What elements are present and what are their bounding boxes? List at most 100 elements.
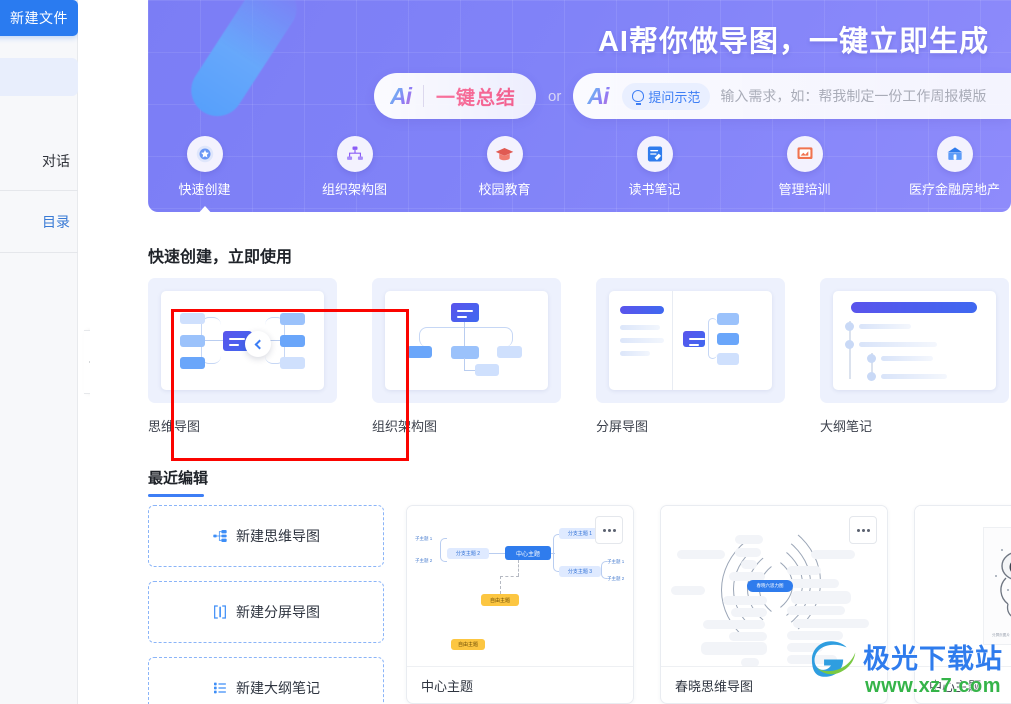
template-label: 大纲笔记 xyxy=(820,419,873,434)
ai-prompt-input[interactable] xyxy=(710,88,1011,104)
recent-card[interactable]: 中心主题 分支主题 2 分支主题 1 分支主题 3 子主题 1 子主题 2 子主… xyxy=(406,505,634,704)
ai-summary-label: 一键总结 xyxy=(436,83,516,110)
ai-logo-icon: Ai xyxy=(587,83,622,110)
divider xyxy=(423,85,424,107)
recent-card-title: 春晓思维导图 xyxy=(661,666,887,703)
template-label: 组织架构图 xyxy=(372,419,438,434)
mindmap-node-center: 中心主题 xyxy=(505,546,551,560)
mindmap-thumbnail: 中心主题 分支主题 2 分支主题 1 分支主题 3 子主题 1 子主题 2 子主… xyxy=(407,506,633,666)
mindmap-icon xyxy=(212,528,228,544)
sidebar-divider xyxy=(0,190,78,191)
mindmap-preview xyxy=(161,291,324,390)
create-button-label: 新建分屏导图 xyxy=(236,604,320,620)
split-screen-icon xyxy=(212,604,228,620)
template-card-orgchart[interactable]: 组织架构图 xyxy=(372,278,561,435)
category-quick-create[interactable]: 快速创建 xyxy=(153,136,257,212)
create-splitscreen-button[interactable]: 新建分屏导图 xyxy=(148,581,384,643)
orgchart-preview xyxy=(385,291,548,390)
category-label: 快速创建 xyxy=(178,182,231,197)
splitscreen-preview xyxy=(609,291,772,390)
banner-category-row: 快速创建 组织架构图 校园教育 读书笔记 管理培训 医疗金融房地产 xyxy=(148,136,1011,212)
mindmap-node-free: 自由主题 xyxy=(451,639,485,650)
more-options-icon[interactable] xyxy=(595,516,623,544)
recent-tab-label: 最近编辑 xyxy=(148,470,209,487)
sidebar-item-chat[interactable]: 对话 xyxy=(0,147,78,175)
notebook-pen-icon xyxy=(636,136,673,172)
template-label: 分屏导图 xyxy=(596,419,649,434)
or-separator-label: or xyxy=(548,87,562,105)
create-outline-button[interactable]: 新建大纲笔记 xyxy=(148,657,384,704)
astronaut-illustration: 分屏页图片 xyxy=(983,527,1011,645)
template-card-row: 思维导图 组织架构图 分屏导图 大纲笔记 xyxy=(148,278,1009,438)
more-options-icon[interactable] xyxy=(849,516,877,544)
prompt-example-chip[interactable]: 提问示范 xyxy=(622,82,711,110)
fishbone-thumbnail: 春晓六思力图 xyxy=(661,506,887,666)
app-root: 新建文件 对话 目录 AI帮你做导图，一键立即生成 Ai 一键总结 or Ai … xyxy=(0,0,1011,704)
prompt-example-label: 提问示范 xyxy=(648,89,701,105)
category-label: 校园教育 xyxy=(478,182,531,197)
mindmap-node-branch2: 分支主题 2 xyxy=(447,548,489,559)
sidebar-item-label: 目录 xyxy=(42,214,70,230)
ai-logo-icon: Ai xyxy=(390,83,423,110)
create-button-label: 新建大纲笔记 xyxy=(236,680,320,696)
template-card-splitscreen[interactable]: 分屏导图 xyxy=(596,278,785,435)
mindmap-leaf-sub1: 子主题 1 xyxy=(607,559,625,564)
ai-summary-button[interactable]: Ai 一键总结 xyxy=(374,73,537,119)
recent-card[interactable]: 分屏页图片 中心主题 xyxy=(914,505,1011,704)
category-campus-education[interactable]: 校园教育 xyxy=(453,136,557,202)
template-thumbnail xyxy=(820,278,1009,403)
create-mindmap-button[interactable]: 新建思维导图 xyxy=(148,505,384,567)
outline-list-icon xyxy=(212,680,228,696)
category-label: 读书笔记 xyxy=(628,182,681,197)
recent-card-title: 中心主题 xyxy=(915,666,1011,703)
graduation-cap-icon xyxy=(486,136,523,172)
sidebar: 新建文件 对话 目录 xyxy=(0,0,78,704)
sidebar-item-label: 对话 xyxy=(42,153,70,169)
astronaut-caption: 分屏页图片 xyxy=(992,633,1010,637)
outline-preview xyxy=(833,291,996,390)
ai-action-row: Ai 一键总结 or Ai 提问示范 xyxy=(374,72,1011,120)
sparkle-star-icon xyxy=(186,136,223,172)
lightbulb-icon xyxy=(632,90,645,105)
fishbone-center-node: 春晓六思力图 xyxy=(747,580,793,592)
new-file-label: 新建文件 xyxy=(10,10,68,26)
mindmap-node-free: 自由主题 xyxy=(481,594,519,606)
template-card-mindmap[interactable]: 思维导图 xyxy=(148,278,337,435)
create-button-label: 新建思维导图 xyxy=(236,528,320,544)
category-org-chart[interactable]: 组织架构图 xyxy=(303,136,407,202)
create-button-column: 新建思维导图 新建分屏导图 新建大纲笔记 xyxy=(148,505,384,704)
quick-create-title: 快速创建，立即使用 xyxy=(148,249,293,266)
template-thumbnail xyxy=(372,278,561,403)
new-file-button[interactable]: 新建文件 xyxy=(0,0,78,36)
mindmap-leaf-sub2: 子主题 2 xyxy=(415,558,433,563)
sidebar-item-active[interactable] xyxy=(0,58,78,96)
template-thumbnail xyxy=(148,278,337,403)
category-reading-notes[interactable]: 读书笔记 xyxy=(603,136,707,202)
category-management-training[interactable]: 管理培训 xyxy=(753,136,857,202)
recent-card[interactable]: 春晓六思力图 春晓思维导图 xyxy=(660,505,888,704)
chevron-left-icon xyxy=(254,339,265,349)
ai-promo-banner: AI帮你做导图，一键立即生成 Ai 一键总结 or Ai 提问示范 输入需求，如… xyxy=(148,0,1011,212)
sidebar-divider xyxy=(0,252,78,253)
bank-building-icon xyxy=(936,136,973,172)
astronaut-thumbnail: 分屏页图片 xyxy=(915,506,1011,666)
category-label: 管理培训 xyxy=(778,182,831,197)
org-chart-icon xyxy=(336,136,373,172)
presentation-board-icon xyxy=(786,136,823,172)
sidebar-item-catalog[interactable]: 目录 xyxy=(0,208,78,236)
mindmap-leaf-sub1: 子主题 1 xyxy=(415,536,433,541)
template-label: 思维导图 xyxy=(148,419,201,434)
ai-prompt-field[interactable]: Ai 提问示范 xyxy=(573,73,1011,119)
category-medical-finance-realestate[interactable]: 医疗金融房地产 xyxy=(903,136,1007,202)
carousel-prev-button[interactable] xyxy=(245,331,271,357)
tab-active-underline xyxy=(148,494,204,497)
template-card-outline[interactable]: 大纲笔记 xyxy=(820,278,1009,435)
mindmap-leaf-sub2: 子主题 2 xyxy=(607,576,625,581)
recent-card-row: 新建思维导图 新建分屏导图 新建大纲笔记 中心主题 分支主题 2 分支主题 1 … xyxy=(148,505,1011,704)
category-label: 医疗金融房地产 xyxy=(908,182,1000,197)
recent-tab[interactable]: 最近编辑 xyxy=(148,467,208,497)
main-content: AI帮你做导图，一键立即生成 Ai 一键总结 or Ai 提问示范 输入需求，如… xyxy=(90,0,1011,704)
banner-title: AI帮你做导图，一键立即生成 xyxy=(597,26,989,58)
mindmap-node-branch3: 分支主题 3 xyxy=(559,566,601,577)
recent-card-title: 中心主题 xyxy=(407,666,633,703)
